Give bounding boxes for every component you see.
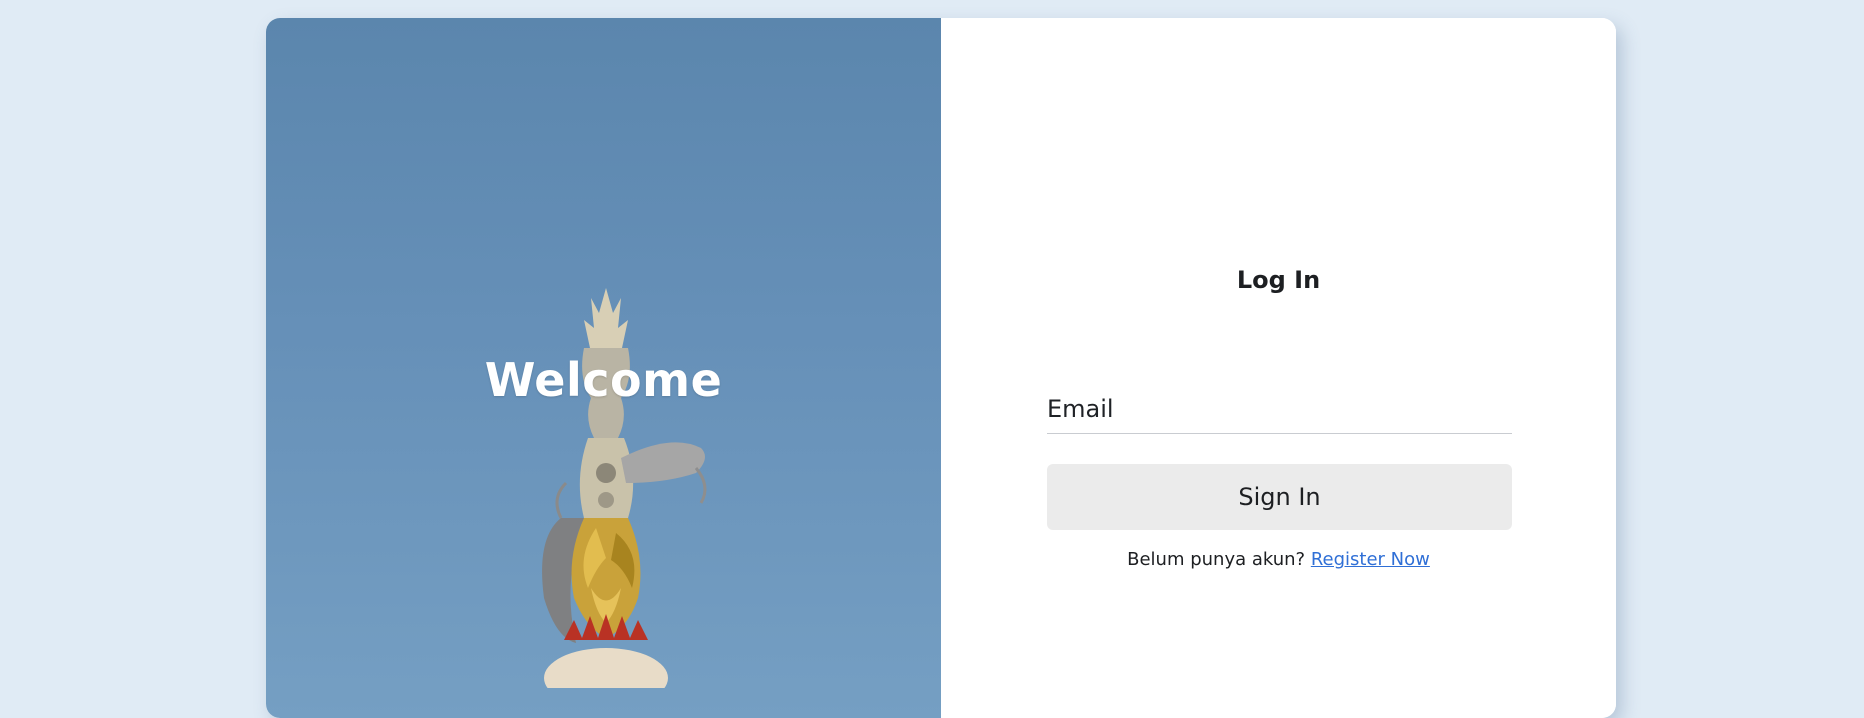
statue-image (542, 288, 707, 688)
email-field[interactable] (1047, 384, 1512, 434)
register-link[interactable]: Register Now (1311, 549, 1430, 570)
register-prompt-line: Belum punya akun? Register Now (941, 549, 1616, 570)
login-card: Welcome Log In Sign In Belum punya akun?… (266, 18, 1616, 718)
login-form: Log In Sign In Belum punya akun? Registe… (941, 18, 1616, 718)
login-title: Log In (1236, 266, 1321, 294)
hero-panel: Welcome (266, 18, 941, 718)
sign-in-button[interactable]: Sign In (1047, 464, 1512, 530)
welcome-heading: Welcome (484, 353, 723, 407)
register-prompt-text: Belum punya akun? (1127, 549, 1311, 570)
